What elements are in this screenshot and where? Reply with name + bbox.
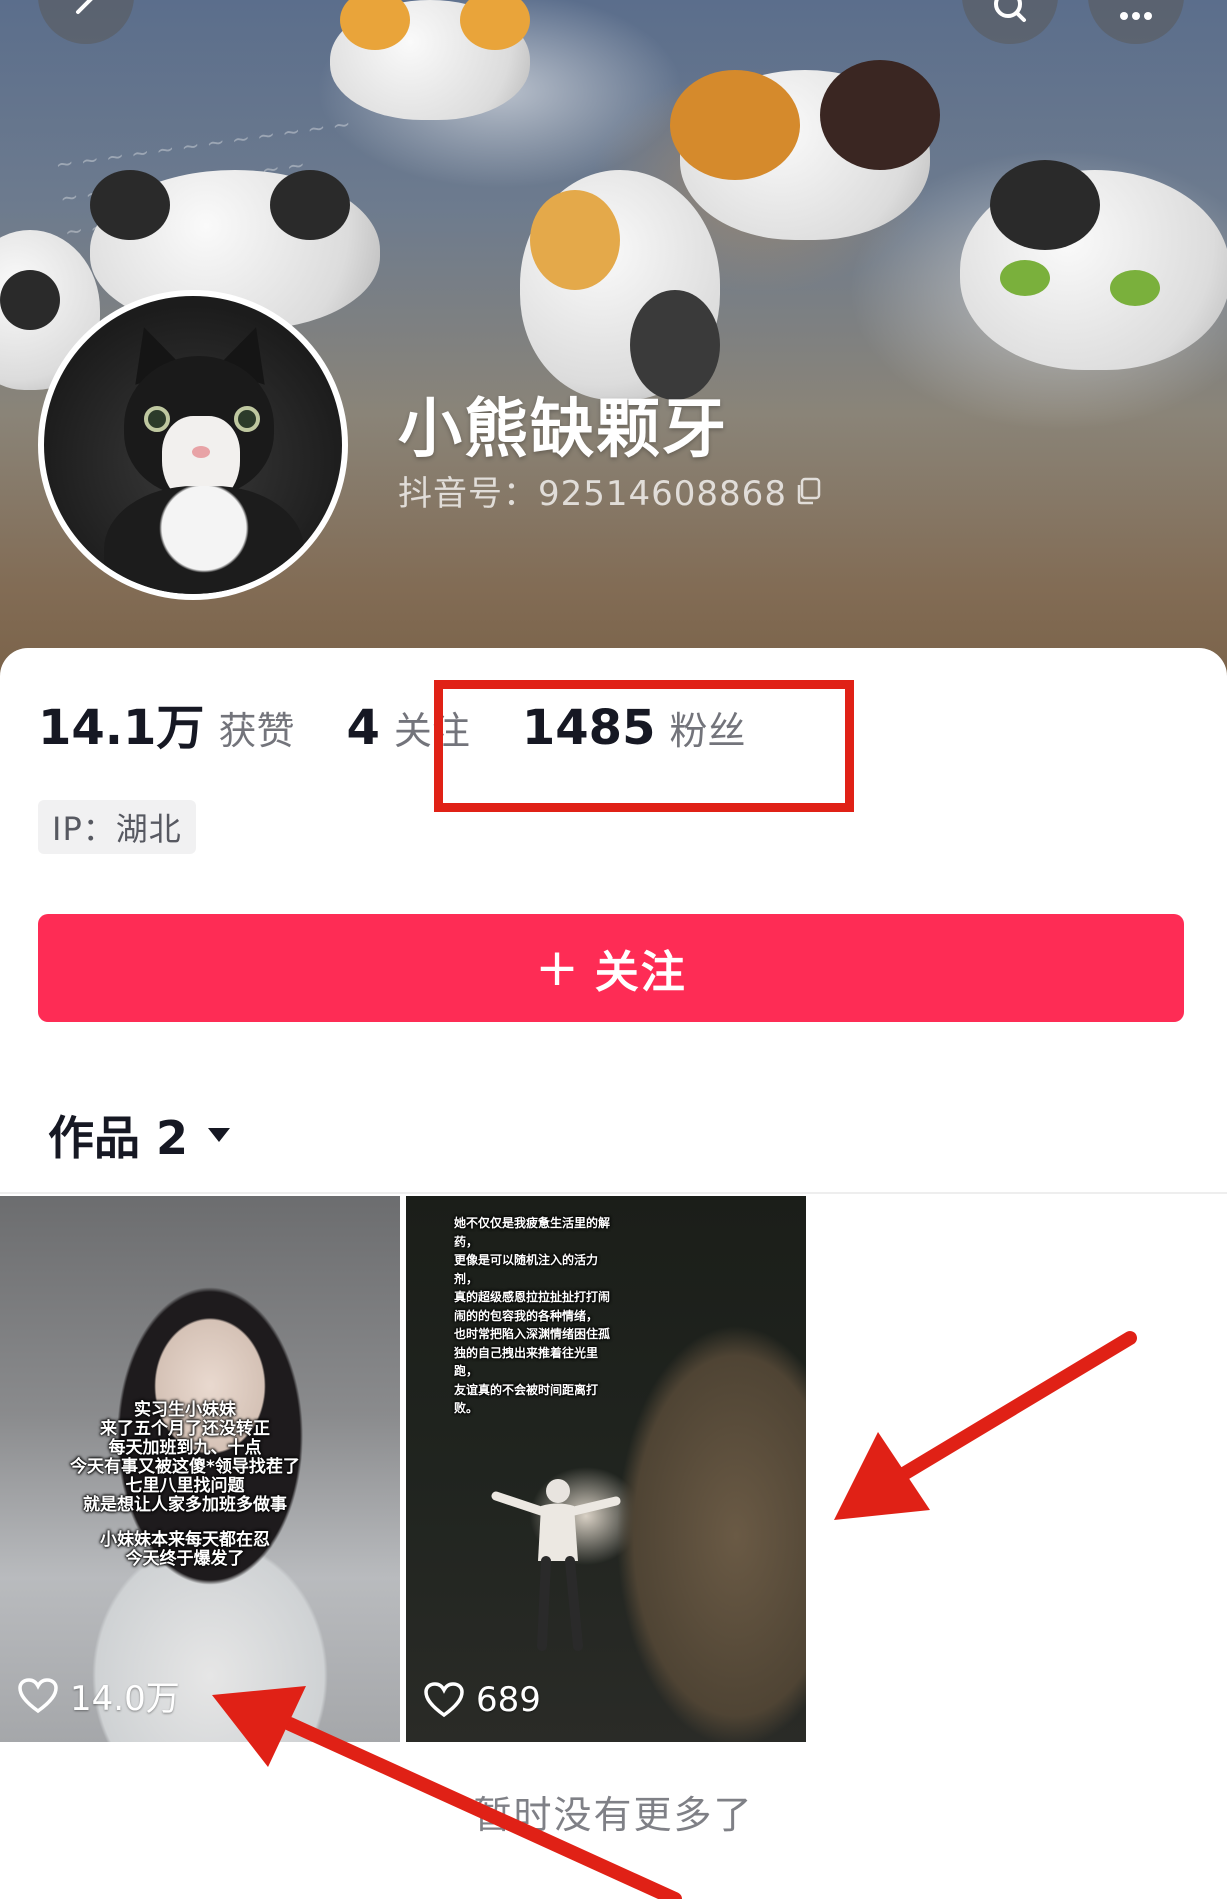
stat-likes-value: 14.1万 [38,700,205,756]
video-like-count-text: 14.0万 [70,1679,180,1719]
more-button[interactable] [1088,0,1184,44]
follow-button[interactable]: + 关注 [38,914,1184,1022]
end-of-list-text: 暂时没有更多了 [473,1793,754,1837]
video-thumbnail[interactable]: 实习生小妹妹 来了五个月了还没转正 每天加班到九、十点 今天有事又被这傻*领导找… [0,1196,400,1742]
copy-icon[interactable] [793,476,823,506]
annotation-highlight-box [434,680,854,812]
video-caption: 她不仅仅是我疲惫生活里的解 药， 更像是可以随机注入的活力 剂， 真的超级感恩拉… [454,1216,611,1415]
video-like-count-text: 689 [476,1680,541,1720]
avatar[interactable] [38,290,348,600]
avatar-kitten-nose [192,446,210,458]
stat-likes: 14.1万 获赞 [38,688,294,758]
more-icon [1120,12,1152,20]
chevron-left-icon [76,0,93,14]
clay-cat-decoration [670,60,940,240]
caret-down-icon[interactable] [206,1125,232,1145]
douyin-id[interactable]: 抖音号：92514608868 [398,466,823,515]
profile-banner: ~ ~ ~ ~ ~ ~ ~ ~ ~ ~ ~ ~~ ~ ~ ~ ~ ~ ~ ~ ~… [0,0,1227,690]
video-like-count: 14.0万 [18,1671,180,1720]
back-button[interactable] [38,0,134,44]
ip-location-tag: IP：湖北 [38,800,196,854]
video-thumbnail[interactable]: 她不仅仅是我疲惫生活里的解 药， 更像是可以随机注入的活力 剂， 真的超级感恩拉… [406,1196,806,1742]
clay-cat-decoration [330,0,530,120]
heart-icon [424,1682,464,1718]
clay-cat-decoration [960,160,1227,370]
avatar-kitten-body [104,486,304,594]
stat-likes-label: 获赞 [218,709,295,753]
tab-works-label: 作品 2 [48,1111,189,1165]
tab-works[interactable]: 作品 2 [48,1102,232,1168]
douyin-id-text: 抖音号：92514608868 [398,474,787,514]
video-caption: 实习生小妹妹 来了五个月了还没转正 每天加班到九、十点 今天有事又被这傻*领导找… [70,1400,300,1569]
heart-icon [18,1677,58,1713]
plus-icon: + [535,938,581,998]
search-icon [994,0,1026,22]
clay-cat-decoration [520,170,720,400]
dancer-figure [491,1479,621,1651]
tab-divider [0,1192,1227,1194]
follow-button-label: 关注 [594,947,687,998]
avatar-kitten-eye [234,406,260,432]
profile-nickname: 小熊缺颗牙 [398,393,728,467]
video-like-count: 689 [424,1680,541,1720]
search-button[interactable] [962,0,1058,44]
avatar-kitten-eye [144,406,170,432]
stat-following-value: 4 [346,700,380,756]
